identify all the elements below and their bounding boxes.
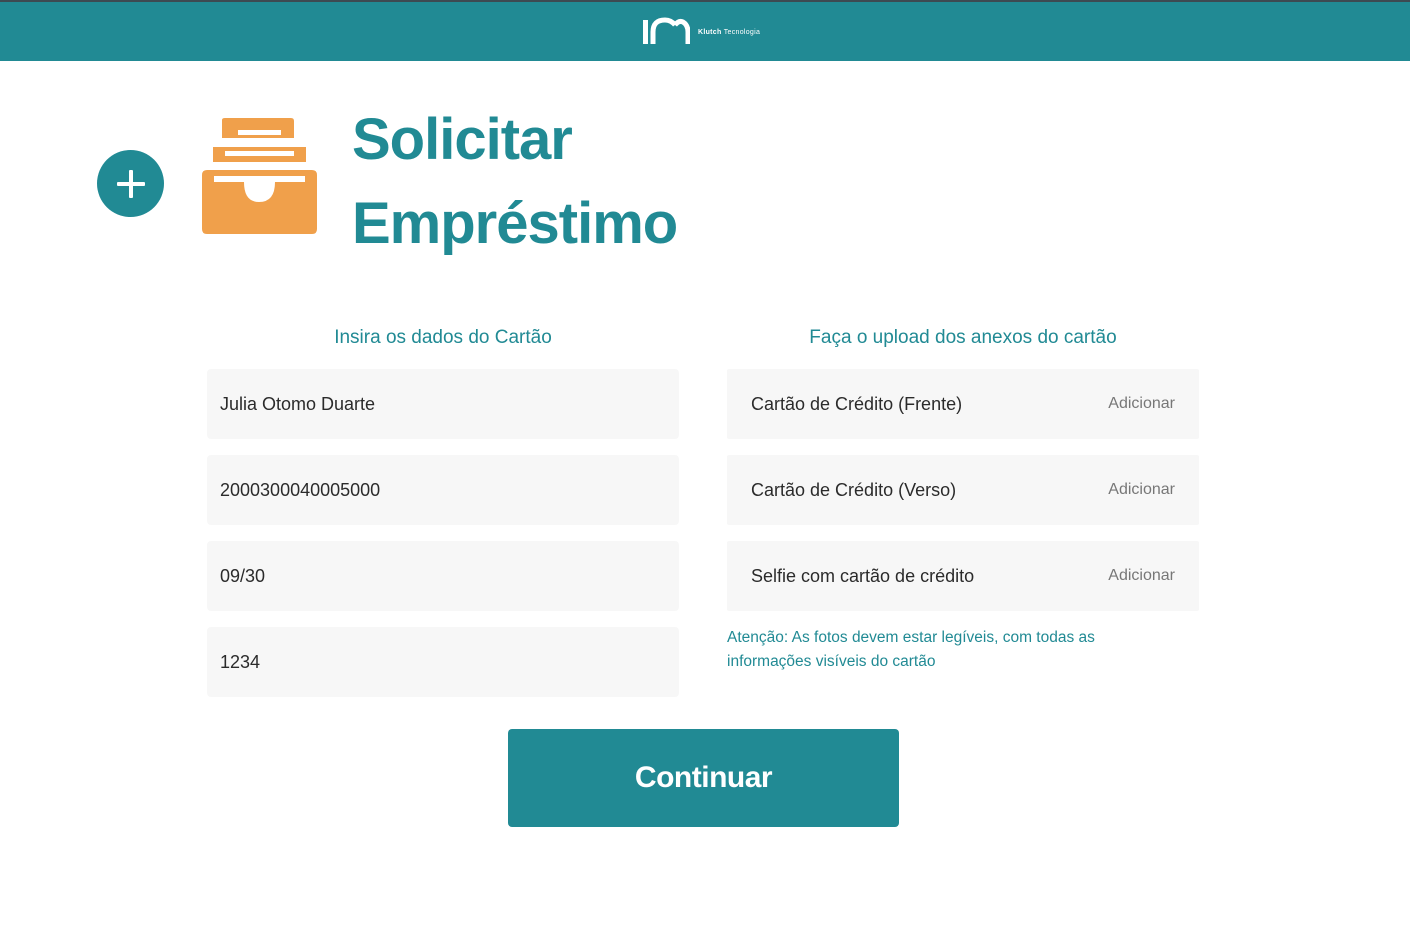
cvv-field[interactable] xyxy=(207,627,679,697)
klutch-logo-icon xyxy=(643,17,690,44)
add-button[interactable] xyxy=(97,150,164,217)
upload-card-back-label: Cartão de Crédito (Verso) xyxy=(751,479,957,500)
card-number-input[interactable] xyxy=(220,479,679,501)
upload-card-front-add-button[interactable]: Adicionar xyxy=(1108,395,1175,413)
upload-card-front-label: Cartão de Crédito (Frente) xyxy=(751,393,963,414)
plus-icon xyxy=(116,169,145,198)
klutch-logo[interactable]: Klutch Tecnologia xyxy=(641,16,760,48)
cvv-input[interactable] xyxy=(220,651,679,673)
logo-text: Klutch Tecnologia xyxy=(698,28,761,36)
upload-card-front[interactable]: Cartão de Crédito (Frente) Adicionar xyxy=(727,369,1199,439)
top-bar: Klutch Tecnologia xyxy=(0,0,1410,61)
upload-selfie-label: Selfie com cartão de crédito xyxy=(751,565,975,586)
upload-card-back-add-button[interactable]: Adicionar xyxy=(1108,481,1175,499)
page-title-line2: Empréstimo xyxy=(352,191,678,256)
continue-button[interactable]: Continuar xyxy=(508,729,899,827)
upload-card-back[interactable]: Cartão de Crédito (Verso) Adicionar xyxy=(727,455,1199,525)
card-number-field[interactable] xyxy=(207,455,679,525)
card-data-heading: Insira os dados do Cartão xyxy=(334,327,552,348)
expiry-date-input[interactable] xyxy=(220,565,679,587)
cardholder-name-input[interactable] xyxy=(220,393,679,415)
page-title-line1: Solicitar xyxy=(352,107,573,172)
upload-selfie[interactable]: Selfie com cartão de crédito Adicionar xyxy=(727,541,1199,611)
upload-selfie-add-button[interactable]: Adicionar xyxy=(1108,567,1175,585)
upload-attention-note: Atenção: As fotos devem estar legíveis, … xyxy=(727,629,1095,670)
inbox-drawer-icon xyxy=(202,118,317,234)
page-title: Solicitar Empréstimo xyxy=(352,98,772,266)
uploads-heading: Faça o upload dos anexos do cartão xyxy=(809,327,1117,348)
cardholder-name-field[interactable] xyxy=(207,369,679,439)
expiry-date-field[interactable] xyxy=(207,541,679,611)
